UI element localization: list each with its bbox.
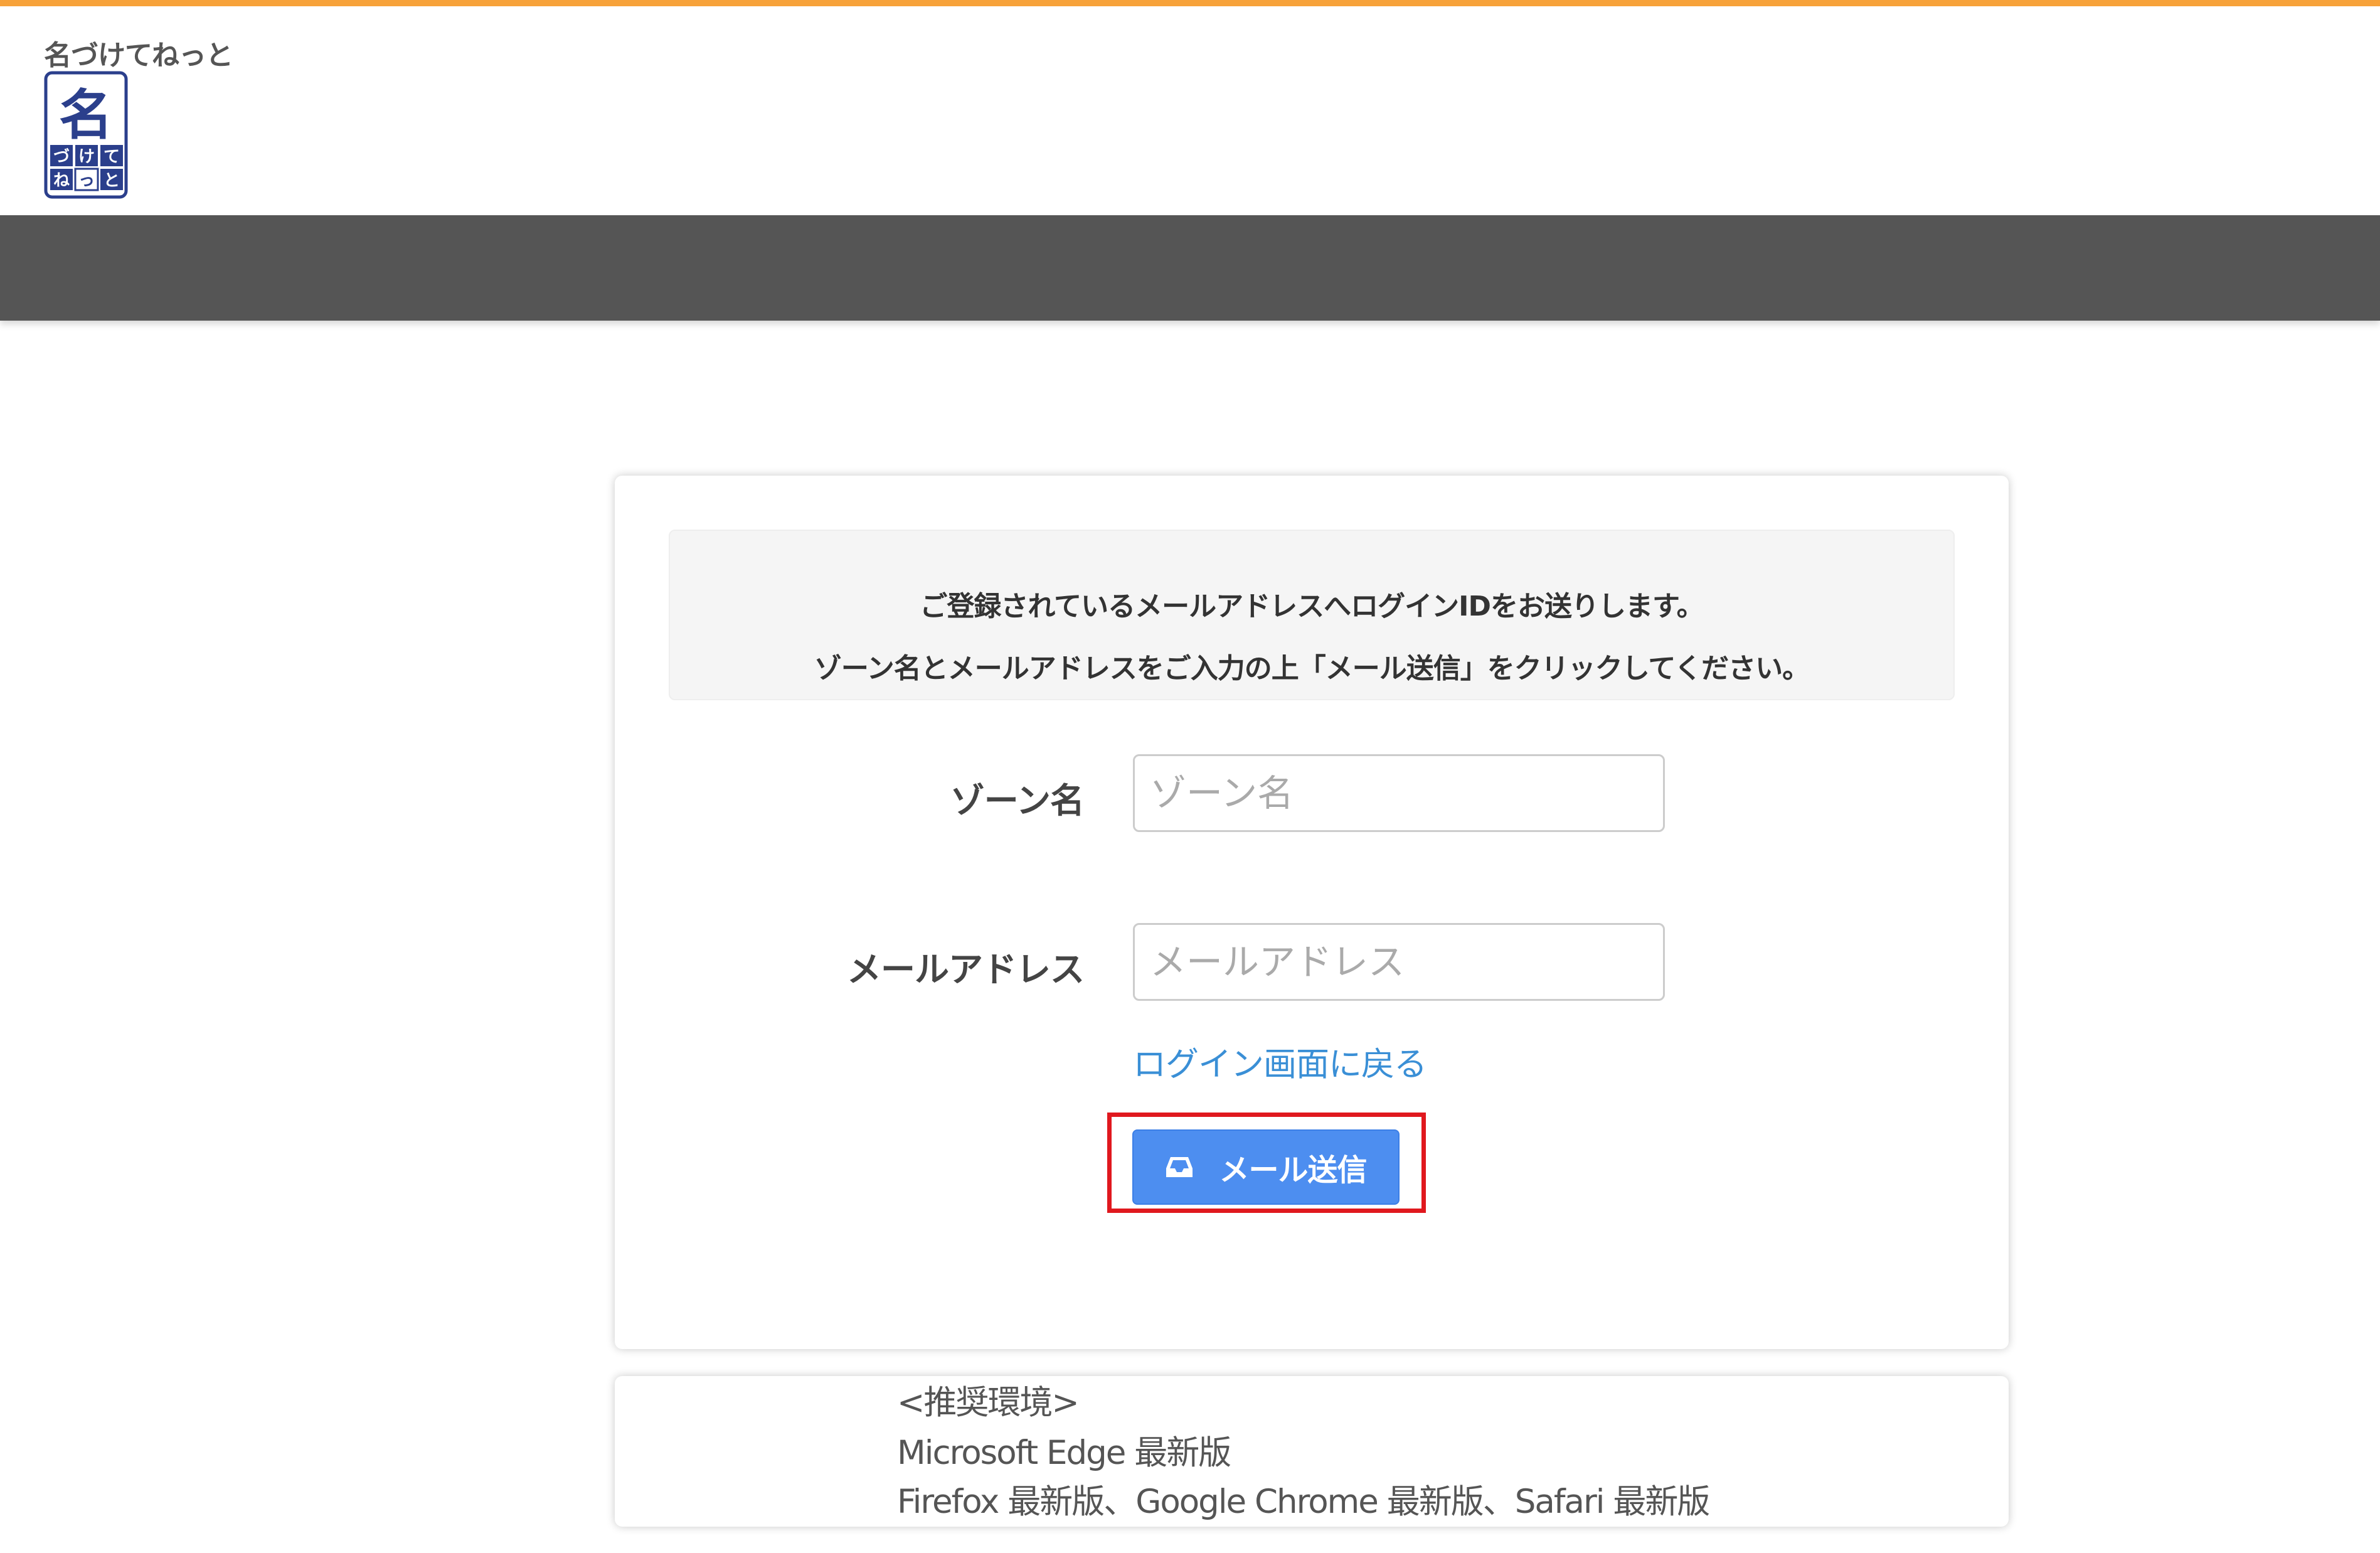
site-logo[interactable]: 名 づ け て ね っ と: [44, 71, 129, 201]
recommended-env-line: Microsoft Edge 最新版: [897, 1434, 1231, 1472]
logo-char: っ: [78, 171, 95, 190]
instruction-notice: ご登録されているメールアドレスへログインIDをお送りします。 ゾーン名とメールア…: [669, 530, 1955, 700]
recommended-env-heading: <推奨環境>: [897, 1384, 1080, 1422]
site-header: 名づけてねっと 名 づ け て ね っ と: [0, 6, 2380, 215]
page: 名づけてねっと 名 づ け て ね っ と ご登録されているメールアドレスへログ…: [0, 0, 2380, 1553]
brand-name: 名づけてねっと: [44, 40, 233, 72]
logo-char: と: [104, 171, 120, 190]
zone-name-input[interactable]: [1133, 754, 1665, 832]
email-input[interactable]: [1133, 923, 1665, 1001]
notice-line: ゾーン名とメールアドレスをご入力の上「メール送信」をクリックしてください。: [814, 653, 1810, 685]
send-mail-button-label: メール送信: [1219, 1153, 1367, 1188]
send-mail-button[interactable]: メール送信: [1132, 1129, 1400, 1205]
email-label: メールアドレス: [846, 949, 1085, 990]
site-logo-graphic: 名 づ け て ね っ と: [44, 71, 128, 199]
notice-line: ご登録されているメールアドレスへログインIDをお送りします。: [920, 590, 1704, 622]
logo-char: け: [78, 147, 95, 166]
zone-name-label: ゾーン名: [950, 781, 1085, 821]
inbox-icon: [1165, 1155, 1194, 1180]
logo-main-char: 名: [59, 84, 113, 147]
logo-char: ね: [53, 171, 70, 190]
recommended-env-line: Firefox 最新版、Google Chrome 最新版、Safari 最新版: [897, 1483, 1710, 1521]
back-to-login-link[interactable]: ログイン画面に戻る: [1133, 1038, 1427, 1086]
logo-char: づ: [53, 147, 70, 166]
nav-bar: [0, 215, 2380, 321]
login-id-request-panel: ご登録されているメールアドレスへログインIDをお送りします。 ゾーン名とメールア…: [615, 476, 2009, 1349]
logo-char: て: [104, 147, 120, 166]
recommended-environment-panel: <推奨環境> Microsoft Edge 最新版 Firefox 最新版、Go…: [615, 1376, 2009, 1527]
top-accent-bar: [0, 0, 2380, 6]
